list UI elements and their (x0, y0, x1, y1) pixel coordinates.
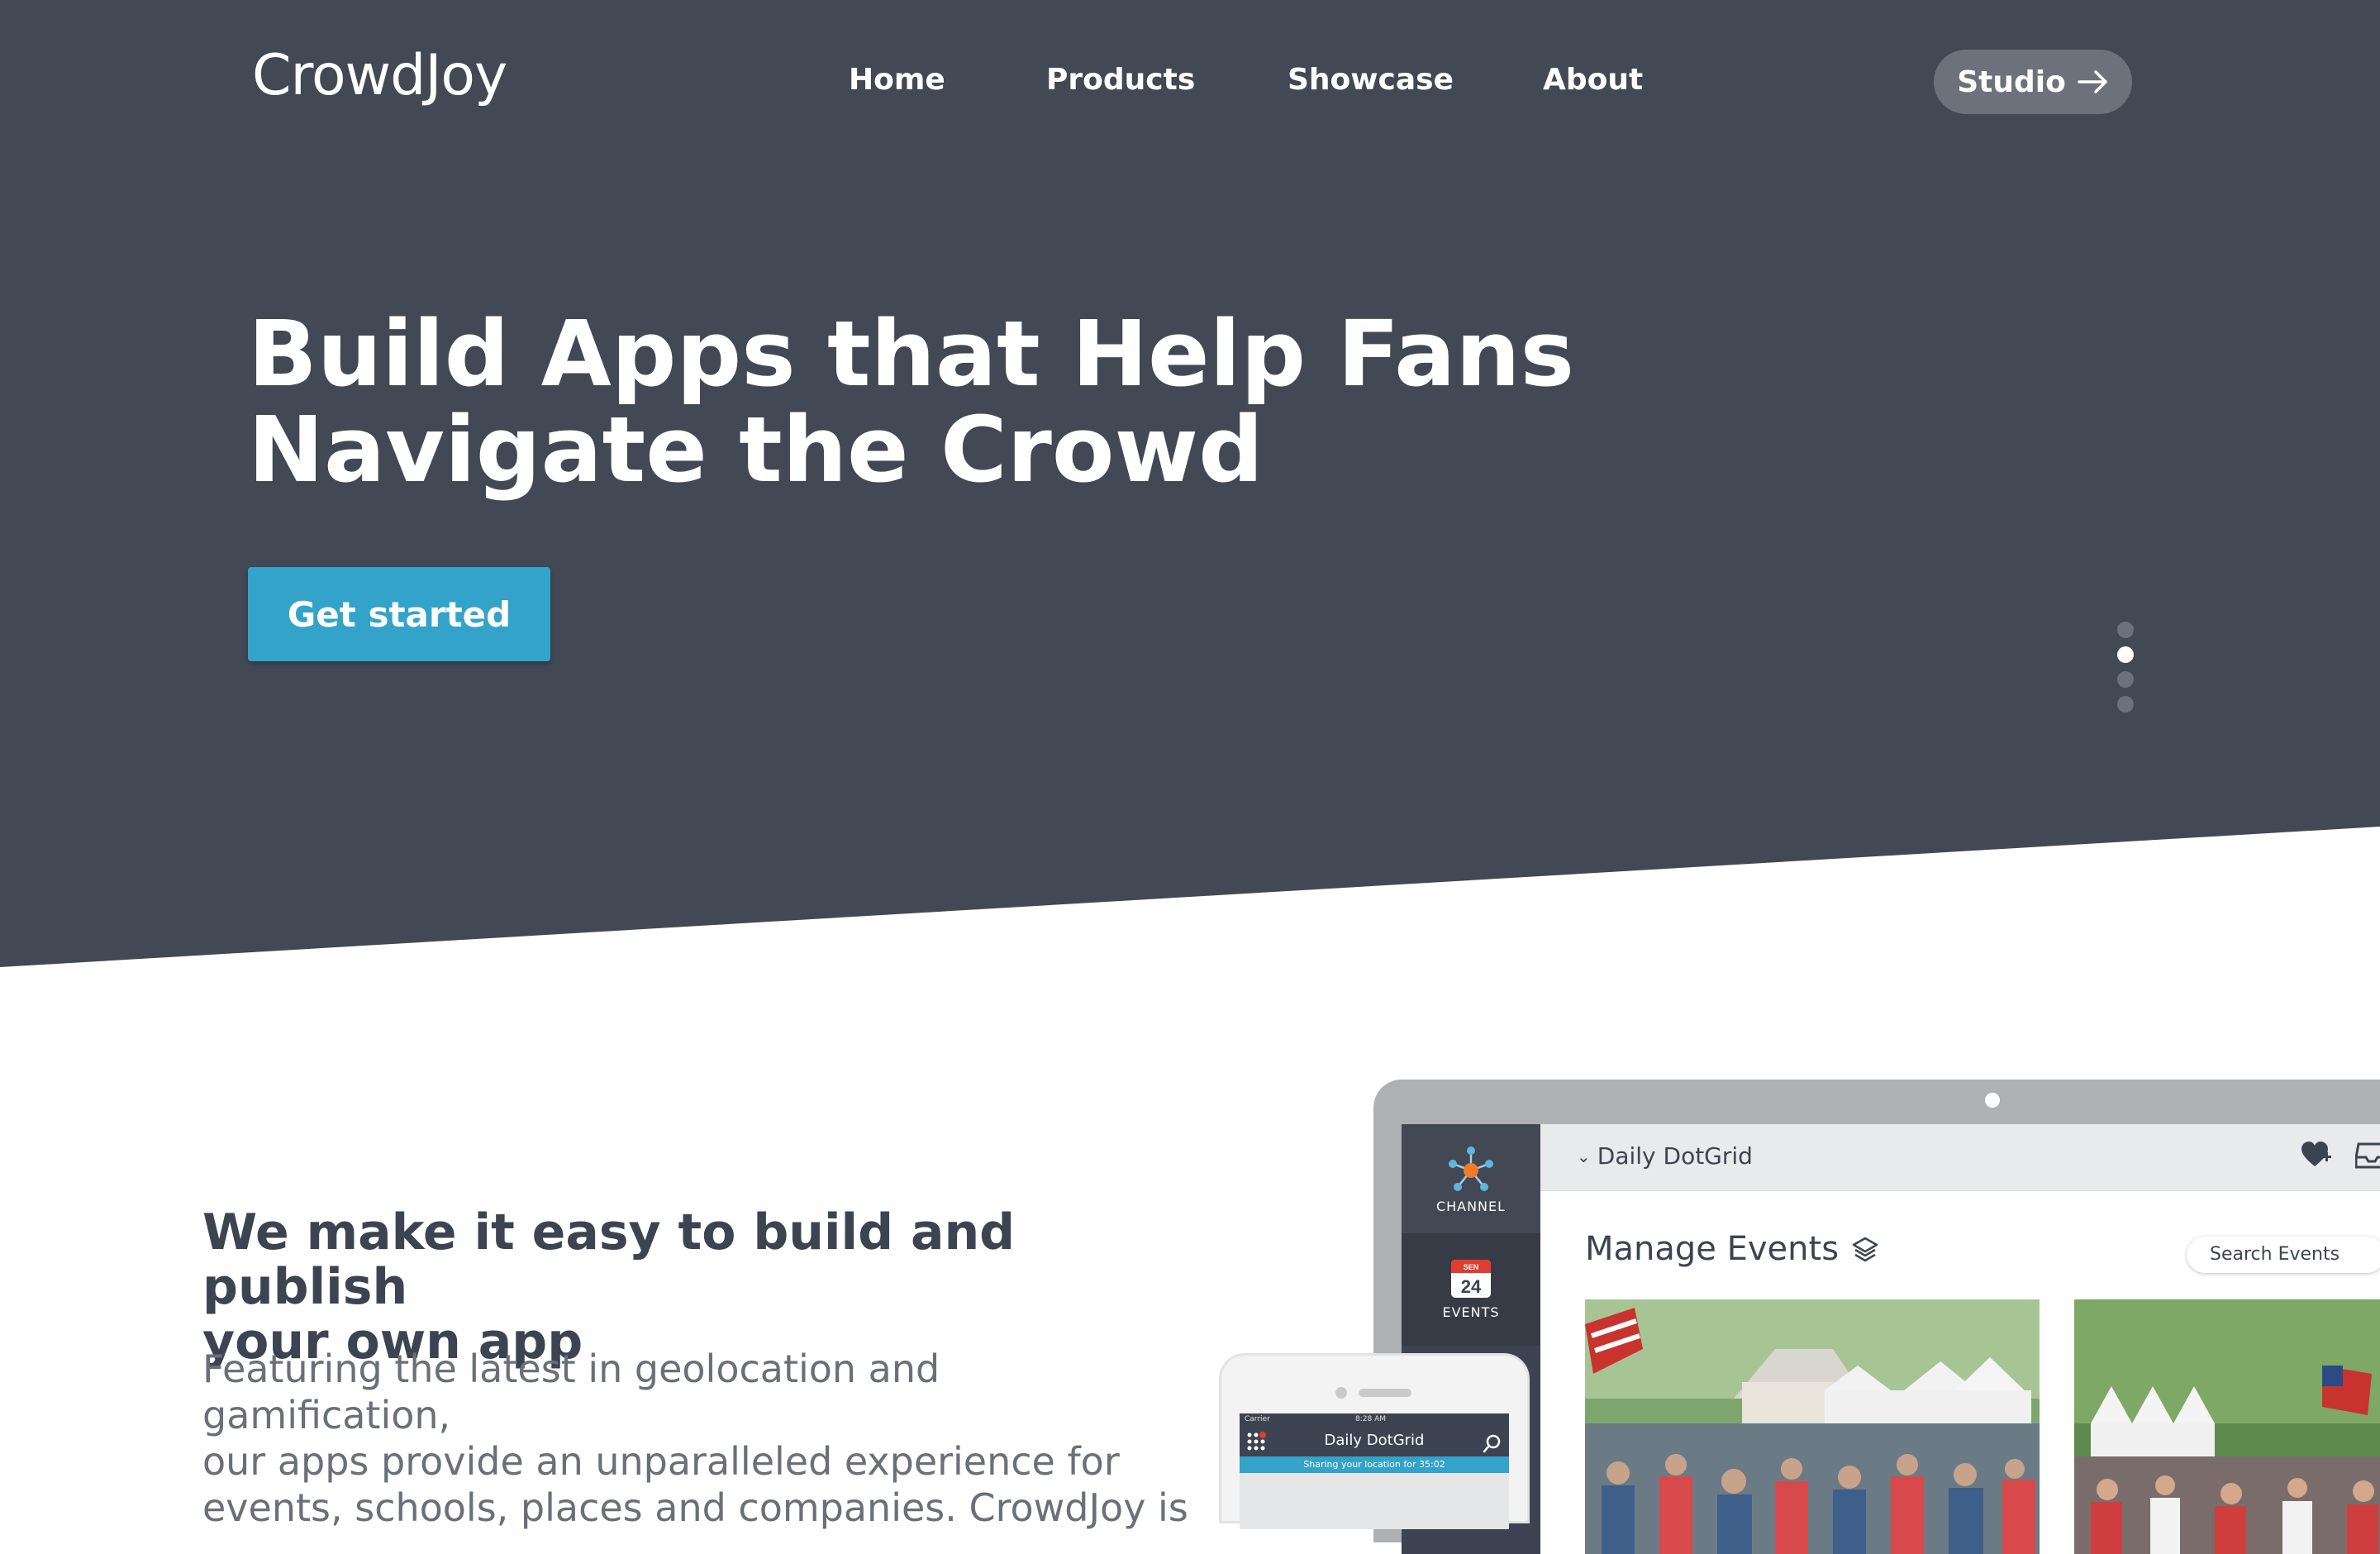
sidebar-item-events[interactable]: SEN 24 EVENTS (1402, 1233, 1540, 1346)
slide-dot[interactable] (2117, 671, 2134, 688)
phone-time: 8:28 AM (1355, 1415, 1386, 1423)
feature-title: We make it easy to build and publish you… (202, 1205, 1194, 1369)
calendar-icon: SEN 24 (1451, 1260, 1491, 1298)
laptop-camera (1985, 1093, 2000, 1108)
slide-dot-active[interactable] (2117, 646, 2134, 663)
phone-app-title: Daily DotGrid (1324, 1432, 1425, 1449)
studio-button[interactable]: Studio (1934, 50, 2132, 114)
search-icon[interactable] (1483, 1433, 1502, 1453)
feature-text-line2: our apps provide an unparalleled experie… (202, 1439, 1120, 1484)
feature-text-line1: Featuring the latest in geolocation and … (202, 1347, 940, 1437)
get-started-button[interactable]: Get started (248, 567, 550, 661)
slide-indicator (2117, 622, 2135, 721)
heart-plus-icon[interactable] (2301, 1141, 2332, 1169)
search-events-input[interactable]: Search Events (2187, 1237, 2380, 1273)
sidebar-item-channel-label: CHANNEL (1435, 1199, 1507, 1214)
hero-headline-line1: Build Apps that Help Fans (248, 301, 1575, 407)
nav-item-about[interactable]: About (1543, 63, 1643, 97)
laptop-screen: CHANNEL SEN 24 EVENTS ⌄ Daily DotGrid Ma… (1402, 1124, 2380, 1554)
chevron-down-icon: ⌄ (1577, 1146, 1591, 1166)
event-photo (2074, 1299, 2380, 1554)
sidebar-item-channel[interactable]: CHANNEL (1402, 1124, 1540, 1233)
hero-headline-line2: Navigate the Crowd (248, 397, 1264, 503)
calendar-month: SEN (1464, 1263, 1479, 1271)
nav-item-products[interactable]: Products (1046, 63, 1195, 97)
nav-item-home[interactable]: Home (849, 63, 945, 97)
calendar-day: 24 (1461, 1276, 1482, 1297)
layers-icon[interactable] (1852, 1236, 1878, 1262)
phone-speaker (1359, 1389, 1411, 1397)
phone-status-bar: Carrier 8:28 AM (1240, 1413, 1509, 1425)
location-sharing-banner: Sharing your location for 35:02 (1240, 1456, 1509, 1473)
brand-logo[interactable]: CrowdJoy (252, 43, 507, 108)
app-topbar: ⌄ Daily DotGrid (1540, 1124, 2380, 1191)
slide-dot[interactable] (2117, 622, 2134, 638)
feature-text-line3: events, schools, places and companies. C… (202, 1485, 1188, 1530)
slide-dot[interactable] (2117, 696, 2134, 713)
arrow-right-icon (2078, 70, 2107, 93)
channel-name: Daily DotGrid (1597, 1142, 1753, 1170)
phone-mockup: Carrier 8:28 AM Daily DotGrid Sharing yo… (1221, 1356, 1527, 1529)
star-network-icon (1449, 1146, 1493, 1191)
event-card[interactable] (1585, 1299, 2040, 1554)
nav-item-showcase[interactable]: Showcase (1288, 63, 1454, 97)
sidebar-item-events-label: EVENTS (1442, 1304, 1500, 1320)
feature-title-line1: We make it easy to build and publish (202, 1204, 1016, 1316)
phone-map (1240, 1473, 1509, 1529)
hero-headline: Build Apps that Help Fans Navigate the C… (248, 306, 1818, 498)
manage-events-title: Manage Events (1585, 1230, 1878, 1268)
event-photo (1585, 1299, 2040, 1554)
phone-carrier: Carrier (1245, 1415, 1270, 1423)
phone-sensor (1335, 1387, 1347, 1399)
phone-screen: Carrier 8:28 AM Daily DotGrid Sharing yo… (1240, 1413, 1509, 1529)
topbar-icons (2301, 1141, 2380, 1169)
event-card[interactable] (2074, 1299, 2380, 1554)
page-title: Manage Events (1585, 1230, 1840, 1268)
channel-selector[interactable]: ⌄ Daily DotGrid (1577, 1142, 1753, 1170)
feature-description: Featuring the latest in geolocation and … (202, 1346, 1194, 1531)
inbox-icon[interactable] (2355, 1141, 2380, 1169)
studio-button-label: Studio (1957, 64, 2066, 99)
